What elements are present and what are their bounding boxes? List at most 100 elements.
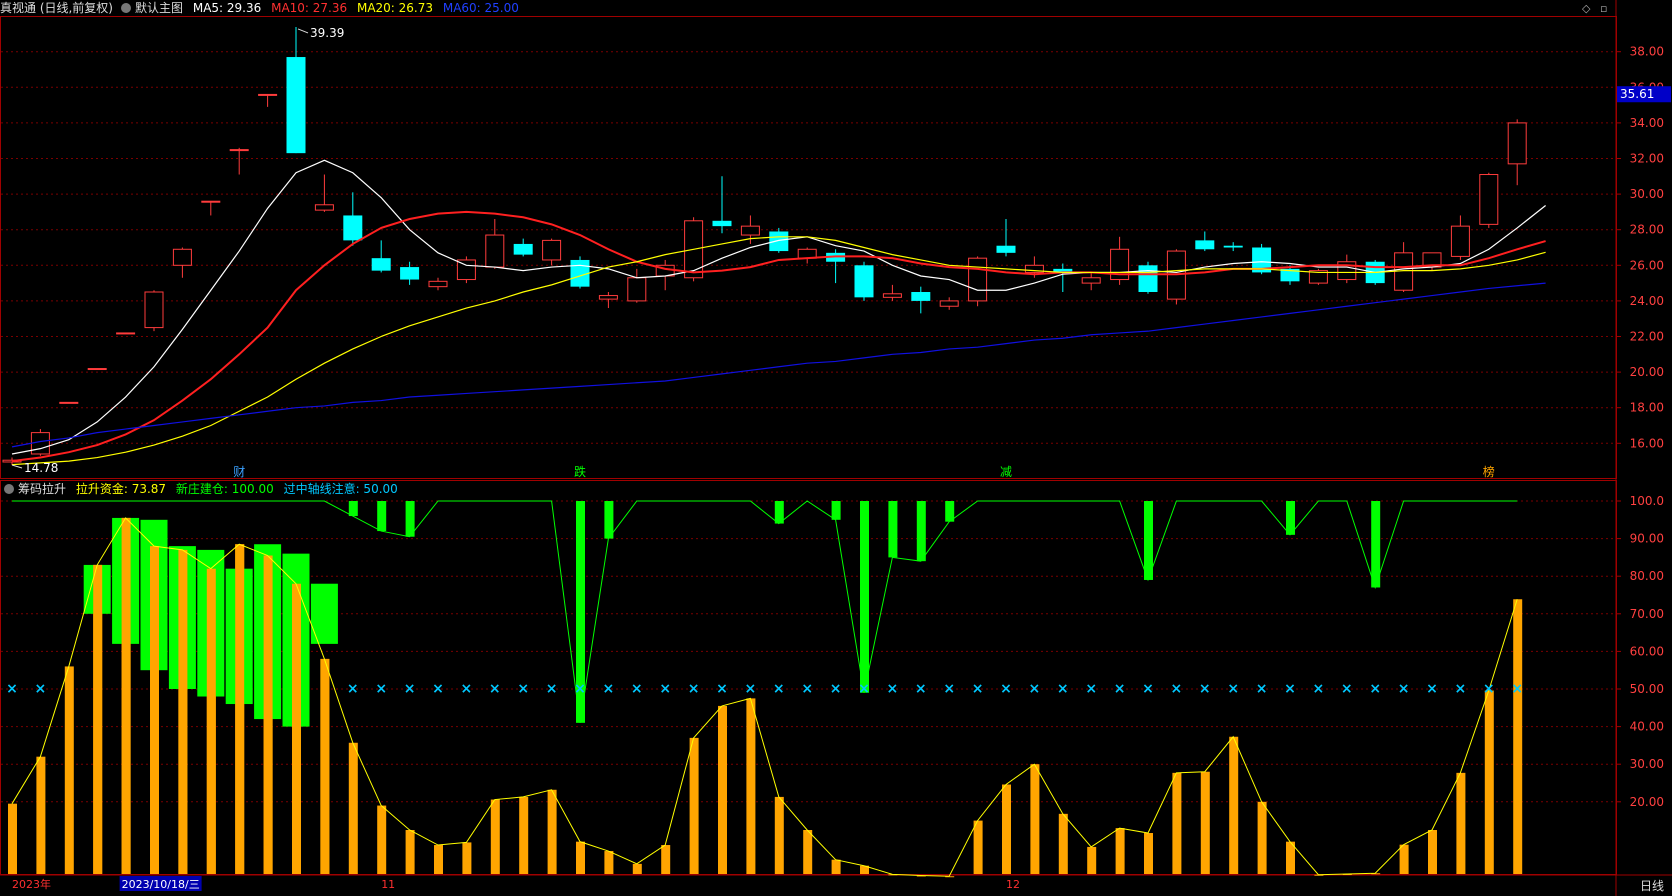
template-name[interactable]: 默认主图 [135, 1, 183, 15]
lift-fund-bar [1484, 690, 1494, 874]
lift-fund-bar [718, 705, 727, 874]
candle-body [116, 332, 136, 335]
new-build-bar [831, 501, 841, 520]
sub-header: 筹码拉升 拉升资金: 73.87 新庄建仓: 100.00 过中轴线注意: 50… [0, 481, 404, 497]
axis-alert-cross: × [972, 681, 984, 697]
axis-alert-cross: × [716, 681, 728, 697]
lift-fund-bar-overlay [292, 583, 301, 874]
ma5-label: MA5: 29.36 [192, 1, 262, 15]
candle-body [882, 293, 902, 298]
candle-body [712, 220, 732, 227]
lift-fund-bar [405, 830, 415, 874]
sub-y-tick-label: 90.00 [1630, 532, 1664, 546]
lift-fund-bar [64, 666, 74, 874]
chart-canvas[interactable]: 38.0036.0034.0032.0030.0028.0026.0024.00… [0, 0, 1672, 896]
candle-body [1507, 122, 1527, 165]
axis-alert-cross: × [801, 681, 813, 697]
lift-fund-bar [1058, 813, 1068, 874]
axis-alert-cross: × [461, 681, 473, 697]
lift-fund-bar [8, 803, 17, 874]
event-marker: 财 [233, 465, 245, 479]
sub-y-tick-label: 70.00 [1630, 607, 1664, 621]
lift-fund-bar-overlay [150, 546, 159, 874]
axis-alert-cross: × [546, 681, 558, 697]
candle-body [59, 401, 79, 404]
lift-fund-bar [348, 742, 358, 874]
axis-alert-cross: × [1369, 681, 1381, 697]
new-build-bar [348, 501, 358, 517]
axis-alert-cross: × [404, 681, 416, 697]
date-axis-label: 12 [1006, 878, 1020, 891]
new-build-bar [1144, 501, 1153, 580]
axis-alert-cross: × [858, 681, 870, 697]
high-price-label: 39.39 [310, 26, 344, 40]
candle-body [513, 243, 533, 255]
current-price-label: 35.61 [1620, 87, 1654, 101]
sub-y-tick-label: 30.00 [1630, 757, 1664, 771]
axis-alert-cross: × [1085, 681, 1097, 697]
lift-fund-bar-overlay [121, 517, 131, 874]
lift-fund-bar [1172, 772, 1182, 874]
period-label[interactable]: 日线 [1640, 877, 1664, 894]
axis-alert-cross: × [1000, 681, 1012, 697]
candle-body [911, 292, 931, 301]
main-y-tick-label: 22.00 [1630, 330, 1664, 344]
main-y-tick-label: 30.00 [1630, 187, 1664, 201]
axis-alert-cross: × [1511, 681, 1523, 697]
lift-fund-bar-overlay [235, 544, 245, 874]
candle-body [1223, 245, 1243, 248]
candle-body [740, 225, 760, 236]
lift-fund-bar-overlay [93, 564, 103, 874]
main-y-tick-label: 16.00 [1630, 436, 1664, 450]
candle-body [968, 257, 988, 302]
candle-body [172, 248, 192, 266]
low-pointer [11, 464, 23, 469]
axis-alert-cross: × [1398, 681, 1410, 697]
lift-fund-bar [36, 756, 46, 874]
lift-fund-bar [462, 842, 472, 874]
axis-alert-cross: × [35, 681, 47, 697]
lift-fund-bar-overlay [178, 549, 188, 874]
candle-body [144, 291, 164, 329]
indicator-dropdown-icon[interactable] [4, 484, 14, 494]
lift-fund-bar-overlay [320, 658, 330, 874]
axis-alert-cross: × [432, 681, 444, 697]
lift-fund-bar [1030, 764, 1040, 874]
window-icon[interactable]: ▫ [1600, 2, 1607, 15]
axis-alert-cross: × [1142, 681, 1154, 697]
lift-fund-bar [490, 799, 500, 874]
axis-alert-cross: × [830, 681, 842, 697]
main-y-tick-label: 26.00 [1630, 258, 1664, 272]
axis-alert-cross: × [659, 681, 671, 697]
new-build-bar [860, 501, 869, 693]
indicator-title[interactable]: 筹码拉升 [18, 482, 66, 496]
diamond-icon[interactable]: ◇ [1582, 2, 1590, 15]
axis-alert-cross: × [631, 681, 643, 697]
lift-fund-bar [1087, 846, 1097, 874]
lift-fund-bar [746, 698, 756, 874]
axis-alert-cross: × [347, 681, 359, 697]
new-build-label: 新庄建仓: 100.00 [175, 482, 274, 496]
main-y-tick-label: 28.00 [1630, 223, 1664, 237]
axis-alert-cross: × [745, 681, 757, 697]
high-pointer [297, 28, 309, 34]
axis-alert-cross: × [1284, 681, 1296, 697]
axis-alert-cross: × [574, 681, 586, 697]
lift-fund-bar [1428, 830, 1437, 874]
candle-body [400, 267, 420, 280]
lift-fund-bar [661, 845, 671, 874]
axis-alert-cross: × [1483, 681, 1495, 697]
lift-fund-bar [576, 841, 585, 874]
event-marker: 跌 [574, 464, 586, 479]
lift-fund-bar [547, 789, 557, 874]
lift-fund-bar [973, 820, 983, 874]
new-build-bar [916, 501, 926, 562]
template-dropdown-icon[interactable] [121, 3, 131, 13]
lift-fund-bar [1115, 828, 1125, 874]
candle-body [286, 57, 306, 154]
main-y-tick-label: 18.00 [1630, 401, 1664, 415]
axis-alert-cross: × [375, 681, 387, 697]
candle-body [996, 245, 1016, 253]
candle-body [1195, 240, 1215, 250]
low-price-label: 14.78 [24, 461, 58, 475]
